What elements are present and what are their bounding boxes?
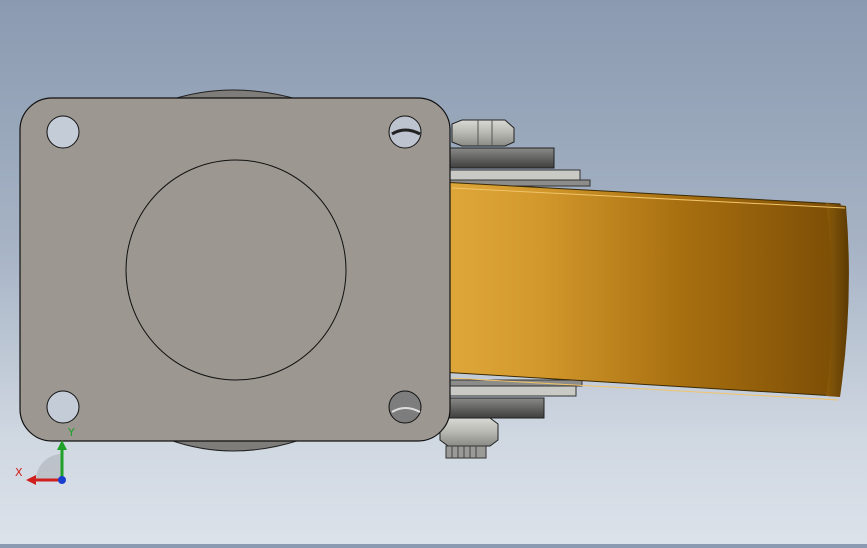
swivel-ring-bottom [169,439,301,452]
bolt-hole-top-left [46,115,80,149]
graphics-viewport[interactable] [0,0,867,544]
upper-hardware [447,119,591,187]
mounting-plate [19,97,451,442]
z-axis-dot [58,476,66,484]
bolt-hole-bottom-left [46,390,80,424]
x-axis-label: X [15,466,23,479]
reference-triad: X Y [12,422,82,492]
lower-hardware [439,379,583,459]
model-view [19,89,849,459]
y-axis-label: Y [68,426,75,439]
caster-wheel [439,181,849,401]
